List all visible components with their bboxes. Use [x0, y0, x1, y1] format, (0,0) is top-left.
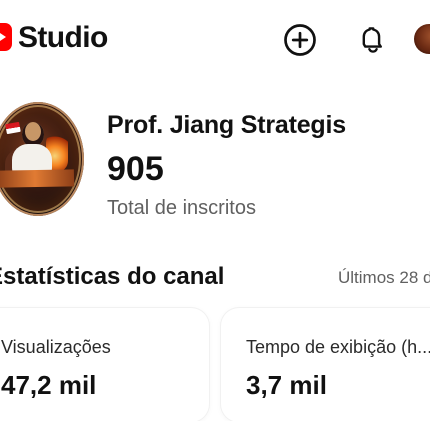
create-button[interactable] — [282, 22, 318, 58]
avatar-banner — [0, 169, 75, 188]
profile-avatar[interactable] — [414, 24, 430, 54]
subscriber-label: Total de inscritos — [107, 197, 256, 219]
subscriber-count: 905 — [107, 150, 164, 188]
watch-time-card[interactable]: Tempo de exibição (h... 3,7 mil — [221, 308, 430, 422]
channel-avatar[interactable] — [0, 102, 84, 216]
views-card[interactable]: Visualizações 47,2 mil — [0, 308, 209, 422]
channel-stats-title: Estatísticas do canal — [0, 263, 225, 290]
stats-period[interactable]: Últimos 28 d — [338, 266, 430, 290]
youtube-studio-screen: Studio Prof. Jiang Strategis 905 Total d… — [0, 0, 430, 430]
watch-time-label: Tempo de exibição (h... — [246, 337, 430, 357]
bottom-edge — [0, 421, 430, 430]
bell-icon — [362, 27, 382, 53]
channel-name: Prof. Jiang Strategis — [107, 111, 346, 139]
notifications-button[interactable] — [355, 22, 391, 58]
app-header: Studio — [0, 0, 430, 80]
views-value: 47,2 mil — [1, 370, 97, 400]
watch-time-value: 3,7 mil — [246, 370, 327, 400]
youtube-logo-icon — [0, 23, 12, 51]
views-label: Visualizações — [1, 337, 111, 357]
studio-brand-label: Studio — [18, 21, 108, 54]
studio-logo[interactable]: Studio — [0, 21, 108, 54]
plus-circle-icon — [284, 24, 316, 56]
